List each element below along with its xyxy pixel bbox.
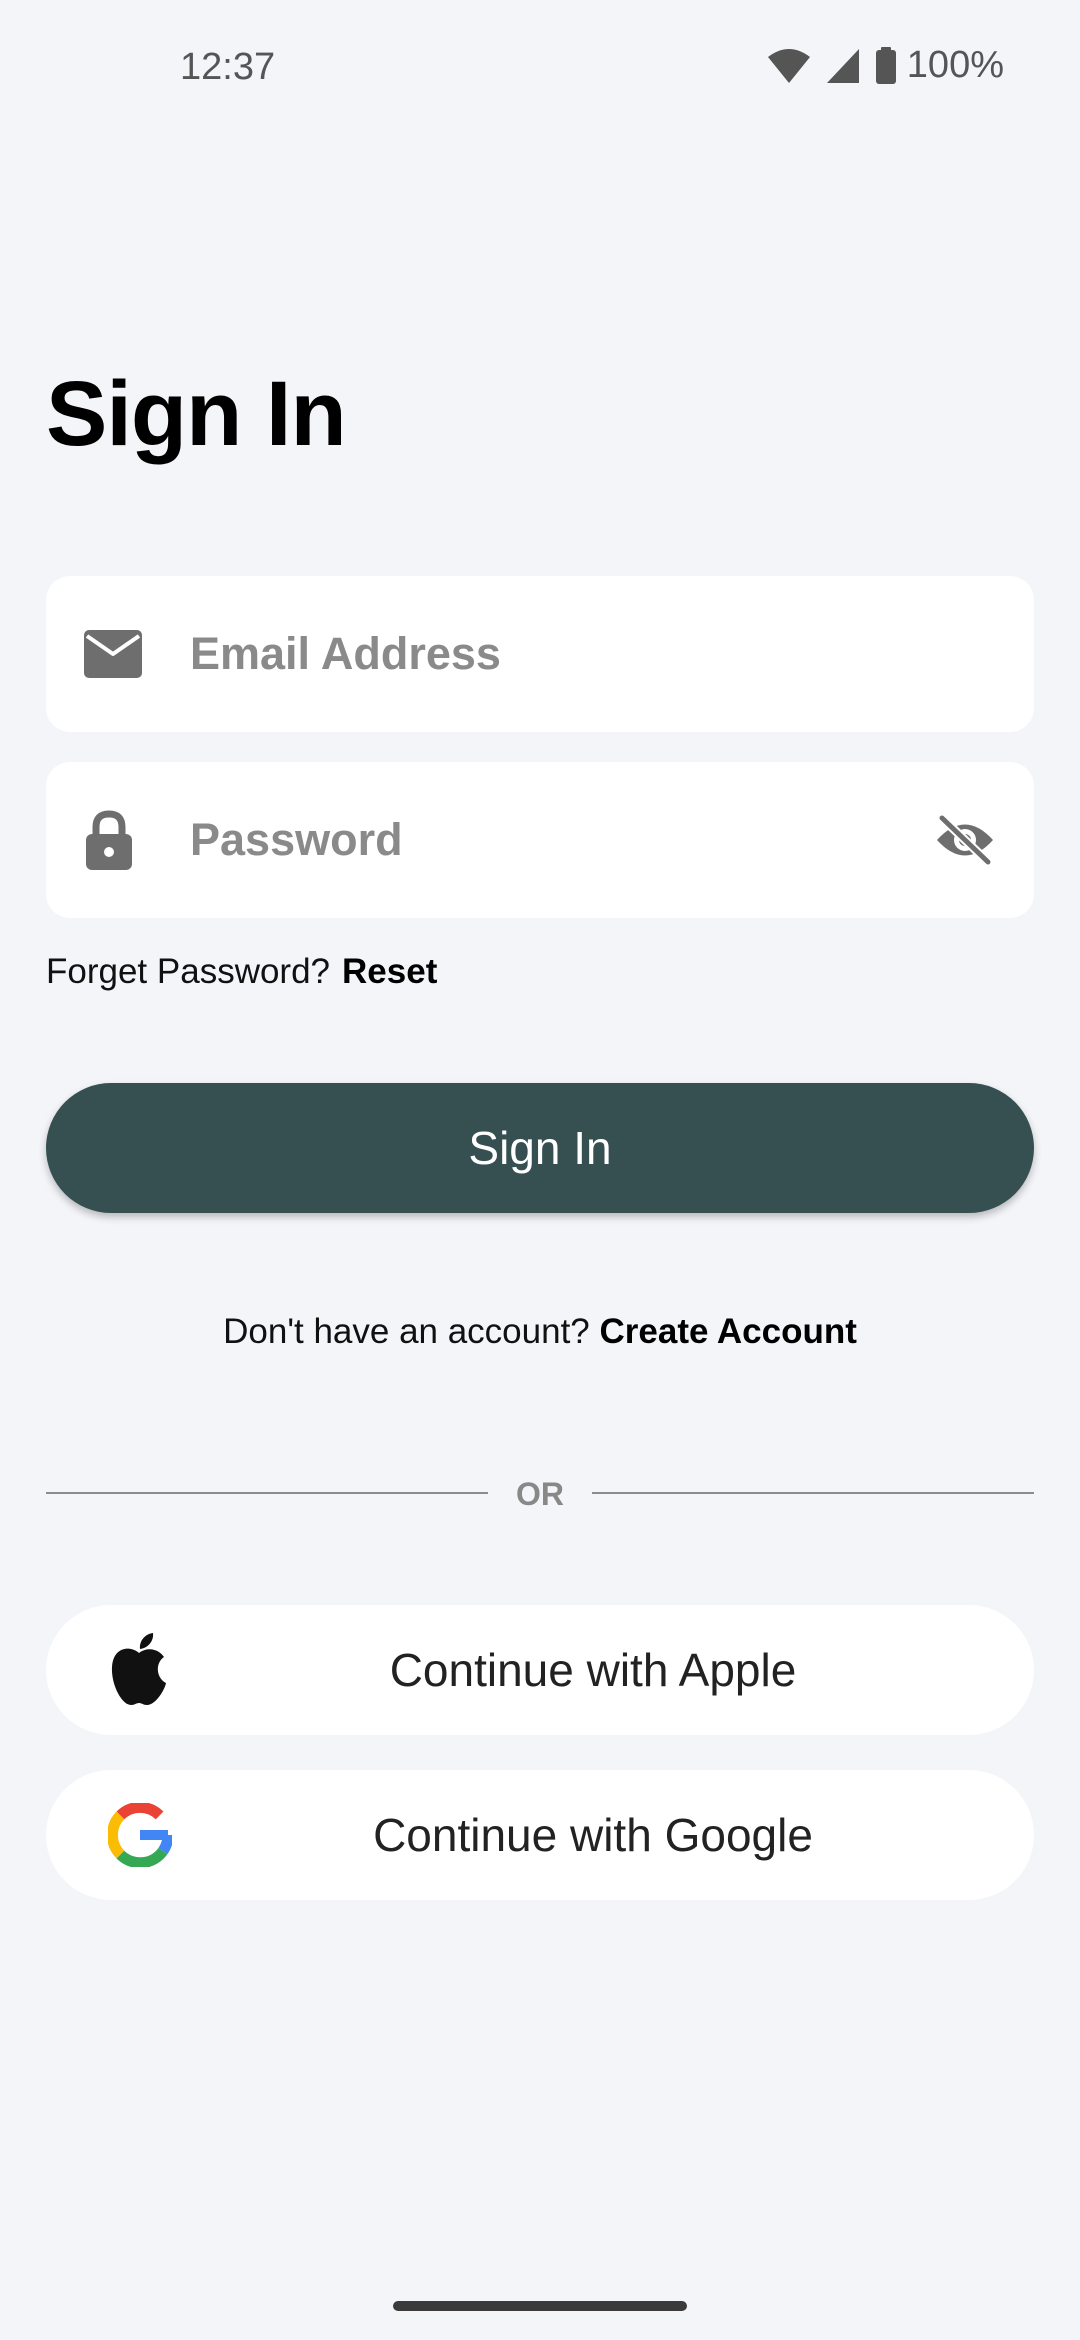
status-icons: 100%	[767, 44, 1004, 87]
battery-icon	[875, 46, 896, 84]
cellular-signal-icon	[826, 48, 859, 83]
email-field[interactable]	[46, 576, 1034, 732]
continue-with-apple-button[interactable]: Continue with Apple	[46, 1605, 1034, 1735]
reset-link[interactable]: Reset	[342, 952, 437, 991]
password-input[interactable]	[190, 762, 930, 918]
status-time: 12:37	[180, 46, 276, 88]
divider-or-text: OR	[516, 1476, 564, 1512]
divider-line-left	[46, 1492, 488, 1494]
mail-icon	[84, 630, 142, 678]
divider-line-right	[592, 1492, 1034, 1494]
battery-percentage: 100%	[906, 44, 1004, 86]
create-account-row: Don't have an account? Create Account	[0, 1312, 1080, 1352]
home-indicator[interactable]	[393, 2301, 687, 2311]
lock-icon	[86, 810, 132, 870]
forgot-password-prompt: Forget Password?	[46, 952, 331, 991]
status-bar: 12:37 100%	[0, 0, 1080, 140]
continue-with-google-label: Continue with Google	[373, 1809, 813, 1861]
sign-in-button[interactable]: Sign In	[46, 1083, 1034, 1213]
continue-with-apple-label: Continue with Apple	[389, 1644, 797, 1696]
wifi-icon	[767, 48, 810, 83]
password-field[interactable]	[46, 762, 1034, 918]
create-account-link[interactable]: Create Account	[600, 1312, 857, 1351]
create-account-prompt: Don't have an account?	[223, 1312, 590, 1351]
forgot-password-row: Forget Password? Reset	[46, 952, 437, 992]
visibility-off-icon[interactable]	[932, 807, 998, 873]
email-input[interactable]	[190, 576, 930, 732]
continue-with-google-button[interactable]: Continue with Google	[46, 1770, 1034, 1900]
page-title: Sign In	[46, 363, 347, 465]
